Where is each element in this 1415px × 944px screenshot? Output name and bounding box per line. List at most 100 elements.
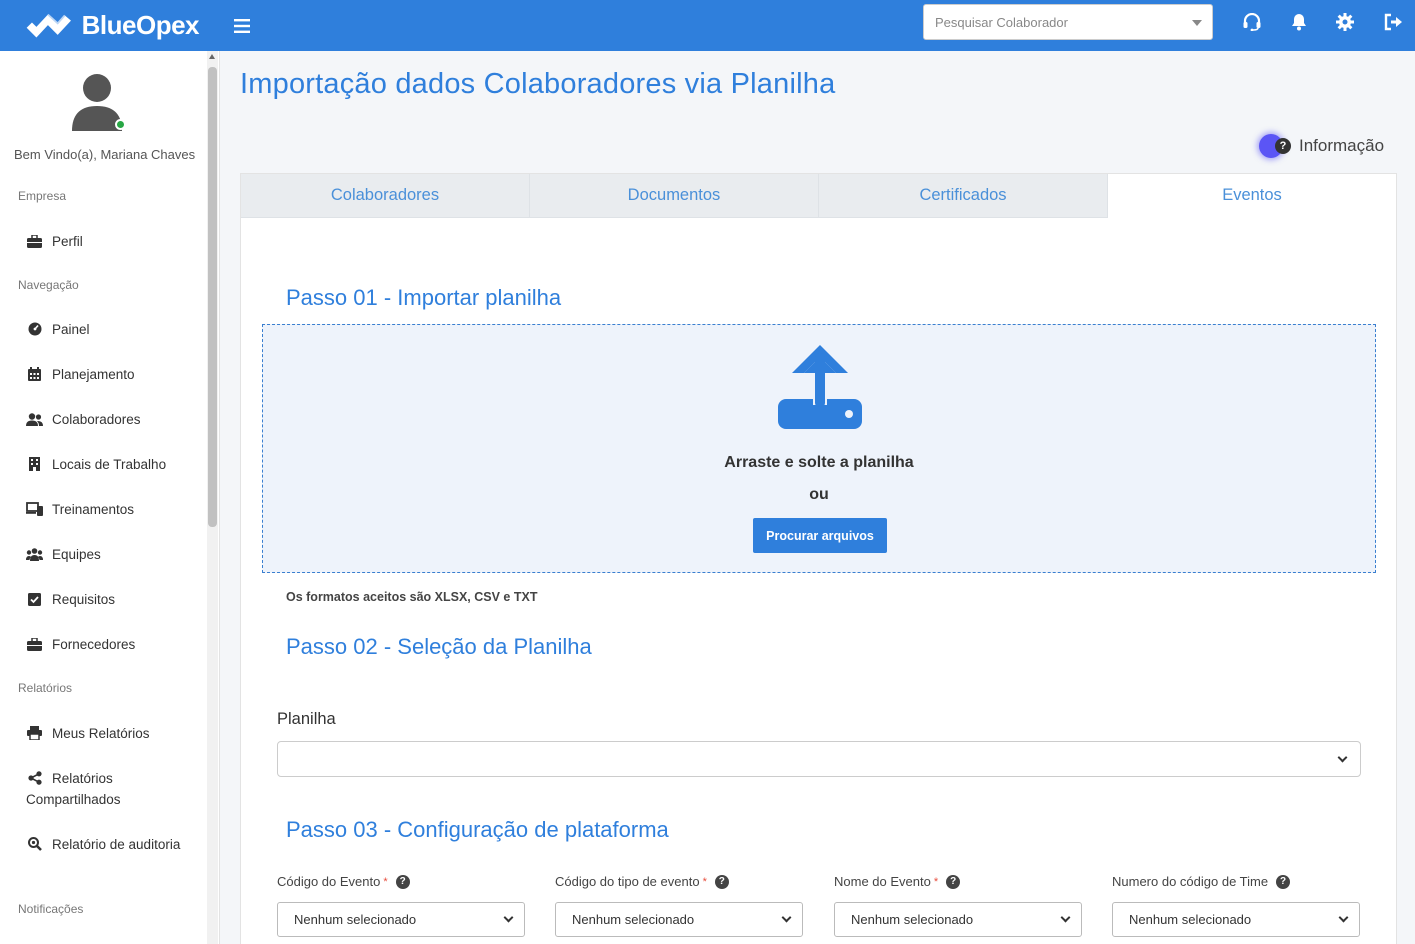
chevron-down-icon — [1337, 752, 1348, 763]
field-label-text: Numero do código de Time — [1112, 874, 1269, 889]
briefcase-icon — [26, 637, 43, 651]
chevron-down-icon — [1338, 912, 1349, 923]
sidebar-item-meus-relatorios[interactable]: Meus Relatórios — [26, 723, 150, 744]
sidebar-item-label: Meus Relatórios — [52, 726, 150, 741]
codigo-tipo-evento-label: Código do tipo de evento * ? — [555, 874, 729, 889]
scrollbar-thumb[interactable] — [208, 67, 217, 527]
tab-eventos[interactable]: Eventos — [1108, 174, 1396, 218]
select-value: Nenhum selecionado — [1129, 912, 1252, 927]
tab-documentos[interactable]: Documentos — [530, 174, 819, 218]
sidebar-item-fornecedores[interactable]: Fornecedores — [26, 634, 135, 655]
bell-icon[interactable] — [1287, 10, 1311, 34]
select-value: Nenhum selecionado — [851, 912, 974, 927]
top-bar: BlueOpex Pesquisar Colaborador — [0, 0, 1415, 51]
sidebar-scrollbar[interactable] — [207, 51, 218, 944]
required-mark: * — [933, 875, 939, 888]
info-button[interactable]: ? Informação — [1259, 134, 1384, 158]
sidebar-item-label: Planejamento — [52, 367, 135, 382]
brand-name: BlueOpex — [81, 10, 200, 40]
logout-icon[interactable] — [1381, 10, 1405, 34]
share-icon — [26, 771, 43, 785]
caret-down-icon — [1192, 20, 1202, 26]
step3-title: Passo 03 - Configuração de plataforma — [286, 817, 669, 842]
headset-icon[interactable] — [1240, 10, 1264, 34]
sidebar-item-requisitos[interactable]: Requisitos — [26, 589, 115, 610]
scroll-up-icon[interactable] — [209, 54, 215, 59]
sidebar-item-label: Relatório de auditoria — [52, 837, 181, 852]
sidebar-item-label: Colaboradores — [52, 412, 141, 427]
codigo-evento-label: Código do Evento * ? — [277, 874, 410, 889]
question-icon: ? — [1275, 138, 1291, 154]
help-icon[interactable]: ? — [714, 874, 729, 889]
sidebar-item-colaboradores[interactable]: Colaboradores — [26, 409, 141, 430]
browse-files-button[interactable]: Procurar arquivos — [753, 518, 887, 553]
drop-text: Arraste e solte a planilha — [724, 454, 914, 471]
briefcase-icon — [26, 234, 43, 248]
printer-icon — [26, 726, 43, 740]
sidebar-item-painel[interactable]: Painel — [26, 319, 90, 340]
sidebar-item-relatorios-compartilhados[interactable]: Relatórios Compartilhados — [26, 768, 196, 810]
codigo-time-select[interactable]: Nenhum selecionado — [1112, 902, 1360, 937]
help-icon[interactable]: ? — [946, 874, 961, 889]
nome-evento-label: Nome do Evento * ? — [834, 874, 961, 889]
field-label-text: Código do tipo de evento — [555, 874, 700, 889]
sidebar-item-planejamento[interactable]: Planejamento — [26, 364, 135, 385]
devices-icon — [26, 502, 43, 516]
sidebar-item-relatorio-auditoria[interactable]: Relatório de auditoria — [26, 834, 196, 855]
sidebar: Bem Vindo(a), Mariana Chaves Empresa Per… — [0, 51, 220, 944]
tab-certificados[interactable]: Certificados — [819, 174, 1108, 218]
chevron-down-icon — [503, 912, 514, 923]
search-placeholder: Pesquisar Colaborador — [935, 14, 1068, 30]
required-mark: * — [383, 875, 388, 888]
planilha-label: Planilha — [277, 710, 336, 728]
sidebar-item-treinamentos[interactable]: Treinamentos — [26, 499, 134, 520]
chevron-down-icon — [1060, 912, 1071, 923]
accepted-formats-text: Os formatos aceitos são XLSX, CSV e TXT — [286, 590, 538, 604]
file-dropzone[interactable]: Arraste e solte a planilha ou Procurar a… — [262, 324, 1376, 573]
field-label-text: Código do Evento — [277, 874, 381, 889]
upload-icon — [778, 345, 862, 429]
required-mark: * — [702, 875, 707, 888]
field-label-text: Nome do Evento — [834, 874, 931, 889]
sidebar-item-label: Perfil — [52, 234, 83, 249]
users-icon — [26, 412, 43, 426]
sidebar-item-perfil[interactable]: Perfil — [26, 231, 83, 252]
select-value: Nenhum selecionado — [294, 912, 417, 927]
sidebar-item-label: Painel — [52, 322, 90, 337]
building-icon — [26, 457, 43, 471]
menu-toggle-icon[interactable] — [234, 13, 250, 39]
sidebar-item-label: Locais de Trabalho — [52, 457, 167, 472]
codigo-evento-select[interactable]: Nenhum selecionado — [277, 902, 525, 937]
step1-title: Passo 01 - Importar planilha — [286, 285, 562, 310]
info-toggle-dot: ? — [1259, 134, 1291, 158]
section-relatorios: Relatórios — [18, 681, 73, 695]
sidebar-item-equipes[interactable]: Equipes — [26, 544, 101, 565]
planilha-select[interactable] — [277, 741, 1361, 777]
sidebar-item-label: Requisitos — [52, 592, 116, 607]
select-value: Nenhum selecionado — [572, 912, 695, 927]
search-audit-icon — [26, 837, 43, 851]
sidebar-item-locais[interactable]: Locais de Trabalho — [26, 454, 166, 475]
logo-check-icon — [26, 13, 71, 38]
dashboard-gauge-icon — [26, 322, 43, 336]
welcome-text: Bem Vindo(a), Mariana Chaves — [14, 147, 196, 162]
calendar-icon — [26, 367, 43, 381]
nome-evento-select[interactable]: Nenhum selecionado — [834, 902, 1082, 937]
or-text: ou — [809, 486, 829, 503]
info-label: Informação — [1299, 136, 1385, 155]
section-notificacoes: Notificações — [18, 902, 84, 916]
gear-icon[interactable] — [1333, 10, 1357, 34]
page-title: Importação dados Colaboradores via Plani… — [240, 68, 836, 100]
tab-colaboradores[interactable]: Colaboradores — [241, 174, 530, 218]
step2-title: Passo 02 - Seleção da Planilha — [286, 634, 592, 659]
help-icon[interactable]: ? — [1276, 874, 1291, 889]
section-navegacao: Navegação — [18, 278, 79, 292]
online-status-dot — [115, 119, 126, 130]
search-collaborator-select[interactable]: Pesquisar Colaborador — [923, 4, 1213, 40]
codigo-tipo-evento-select[interactable]: Nenhum selecionado — [555, 902, 803, 937]
help-icon[interactable]: ? — [395, 874, 410, 889]
team-icon — [26, 547, 43, 561]
import-tabs: Colaboradores Documentos Certificados Ev… — [241, 174, 1396, 218]
brand-logo[interactable]: BlueOpex — [24, 8, 200, 44]
section-empresa: Empresa — [18, 189, 67, 203]
